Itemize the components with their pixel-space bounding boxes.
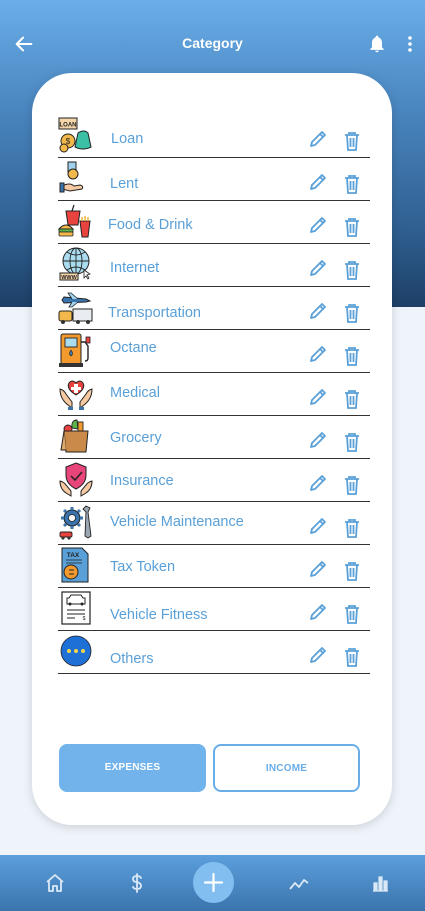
page-title: Category: [182, 35, 243, 51]
svg-text:WWW: WWW: [61, 275, 77, 281]
trash-icon[interactable]: [344, 389, 360, 409]
pencil-icon[interactable]: [308, 129, 328, 149]
trash-icon[interactable]: [344, 475, 360, 495]
bar-chart-icon: [373, 876, 388, 892]
vehicle-maintenance-gear-icon: [59, 505, 92, 540]
category-label: Vehicle Maintenance: [110, 514, 244, 530]
category-row-internet[interactable]: WWW Internet: [58, 244, 370, 287]
trash-icon[interactable]: [344, 432, 360, 452]
trash-icon[interactable]: [344, 217, 360, 237]
home-icon: [46, 874, 64, 892]
pencil-icon[interactable]: [308, 301, 328, 321]
trash-icon[interactable]: [344, 604, 360, 624]
nav-trends[interactable]: [279, 855, 319, 911]
svg-text:TAX: TAX: [67, 552, 80, 559]
pencil-icon[interactable]: [308, 258, 328, 278]
category-label: Lent: [110, 176, 139, 192]
expenses-tab-button[interactable]: EXPENSES: [59, 744, 206, 792]
category-label: Grocery: [110, 430, 162, 446]
bottom-navigation: [0, 855, 425, 911]
category-label: Internet: [110, 260, 160, 276]
category-card: LOAN $ Loan Lent Food & Drink WWW Intern…: [32, 73, 392, 825]
pencil-icon[interactable]: [308, 602, 328, 622]
category-row-lent[interactable]: Lent: [58, 158, 370, 201]
pencil-icon[interactable]: [308, 645, 328, 665]
lent-hand-coin-icon: [59, 161, 84, 193]
trash-icon[interactable]: [344, 561, 360, 581]
category-row-loan[interactable]: LOAN $ Loan: [58, 115, 370, 158]
vehicle-fitness-document-icon: $: [61, 591, 91, 625]
category-label: Food & Drink: [108, 217, 193, 233]
pencil-icon[interactable]: [308, 473, 328, 493]
dollar-icon: [132, 873, 142, 893]
category-label: Octane: [110, 340, 157, 356]
add-button[interactable]: [193, 862, 234, 903]
category-row-food-drink[interactable]: Food & Drink: [58, 201, 370, 244]
category-row-vehicle-fitness[interactable]: $ Vehicle Fitness: [58, 588, 370, 631]
grocery-bag-icon: [60, 419, 89, 453]
category-label: Vehicle Fitness: [110, 607, 208, 623]
notification-bell-icon[interactable]: [367, 34, 387, 54]
category-row-octane[interactable]: Octane: [58, 330, 370, 373]
category-label: Loan: [111, 131, 144, 147]
trash-icon[interactable]: [344, 647, 360, 667]
pencil-icon[interactable]: [308, 387, 328, 407]
others-dots-icon: [60, 635, 92, 667]
pencil-icon[interactable]: [308, 430, 328, 450]
pencil-icon[interactable]: [308, 215, 328, 235]
add-icon: [203, 872, 224, 893]
pencil-icon[interactable]: [308, 559, 328, 579]
category-label: Others: [110, 651, 154, 667]
category-row-transportation[interactable]: Transportation: [58, 287, 370, 330]
svg-text:$: $: [83, 616, 86, 622]
fuel-pump-icon: [59, 333, 91, 367]
category-row-medical[interactable]: Medical: [58, 373, 370, 416]
category-label: Tax Token: [110, 559, 176, 575]
category-row-insurance[interactable]: Insurance: [58, 459, 370, 502]
trash-icon[interactable]: [344, 260, 360, 280]
income-tab-button[interactable]: INCOME: [213, 744, 360, 792]
food-drink-icon: [58, 204, 91, 238]
nav-transactions[interactable]: [117, 855, 157, 911]
category-label: Medical: [110, 385, 160, 401]
svg-text:LOAN: LOAN: [60, 123, 77, 129]
trend-chart-icon: [289, 879, 309, 890]
trash-icon[interactable]: [344, 518, 360, 538]
trash-icon[interactable]: [344, 174, 360, 194]
trash-icon[interactable]: [344, 131, 360, 151]
category-row-others[interactable]: Others: [58, 631, 370, 674]
pencil-icon[interactable]: [308, 344, 328, 364]
category-label: Insurance: [110, 473, 174, 489]
pencil-icon[interactable]: [308, 516, 328, 536]
medical-hands-heart-icon: [59, 380, 93, 410]
transportation-icon: [58, 292, 93, 324]
nav-home[interactable]: [35, 855, 75, 911]
trash-icon[interactable]: [344, 303, 360, 323]
loan-money-bag-icon: LOAN $: [58, 117, 92, 153]
category-row-grocery[interactable]: Grocery: [58, 416, 370, 459]
category-label: Transportation: [108, 305, 201, 321]
category-row-tax-token[interactable]: TAX Tax Token: [58, 545, 370, 588]
more-options-icon[interactable]: [402, 34, 418, 54]
nav-statistics[interactable]: [360, 855, 400, 911]
insurance-shield-icon: [59, 462, 93, 497]
internet-globe-icon: WWW: [59, 247, 91, 281]
pencil-icon[interactable]: [308, 172, 328, 192]
tax-token-document-icon: TAX: [61, 547, 89, 583]
category-row-vehicle-maintenance[interactable]: Vehicle Maintenance: [58, 502, 370, 545]
trash-icon[interactable]: [344, 346, 360, 366]
